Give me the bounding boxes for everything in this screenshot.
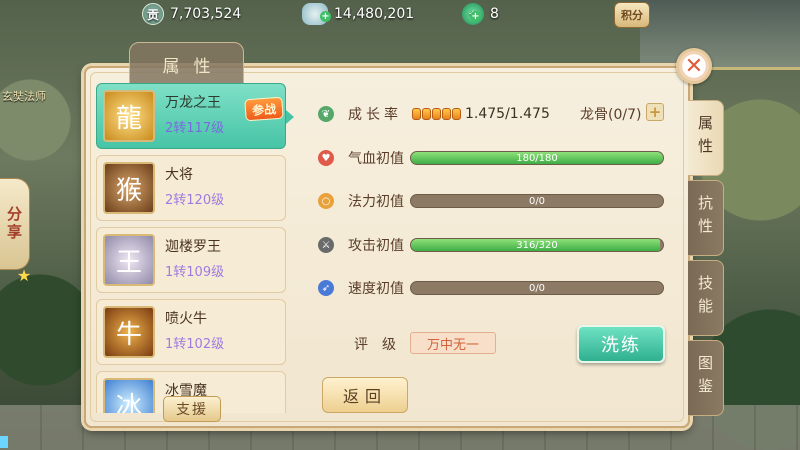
dragon-bone-label: 龙骨(0/7): [580, 107, 642, 123]
sword-icon: ⚔: [318, 237, 334, 253]
silver-add-icon[interactable]: +: [320, 11, 331, 22]
resource-bar: 贡 7,703,524 14,480,201 + ✦ 8 + 积分: [0, 0, 800, 28]
attack-label: 攻击初值: [348, 238, 404, 254]
tab-resistance[interactable]: 抗性: [688, 180, 724, 256]
speed-icon: ➶: [318, 280, 334, 296]
wash-button[interactable]: 洗练: [577, 325, 665, 363]
selected-arrow-icon: [286, 110, 294, 124]
back-button[interactable]: 返回: [322, 377, 408, 413]
star-icon: ★: [16, 266, 32, 285]
silver-resource[interactable]: 14,480,201: [302, 3, 414, 25]
speed-label: 速度初值: [348, 281, 404, 297]
pet-name: 大将: [165, 167, 193, 183]
attack-value: 316/320: [516, 240, 558, 251]
pet-avatar-monkey-general: 猴: [103, 162, 155, 214]
corner-indicator: [0, 436, 8, 448]
coin-resource[interactable]: 贡 7,703,524: [142, 3, 241, 25]
mp-value: 0/0: [528, 196, 546, 207]
support-button[interactable]: 支援: [163, 396, 221, 422]
points-button[interactable]: 积分: [614, 2, 650, 28]
hp-label: 气血初值: [348, 151, 404, 167]
pet-avatar-silver-hair: 王: [103, 234, 155, 286]
tab-collection[interactable]: 图鉴: [688, 340, 724, 416]
heart-icon: ♥: [318, 150, 334, 166]
mp-label: 法力初值: [348, 194, 404, 210]
hp-bar: 180/180: [410, 151, 664, 165]
pet-avatar-fire-bull: 牛: [103, 306, 155, 358]
close-button[interactable]: ✕: [676, 48, 712, 84]
pet-avatar-golden-dragon: 龍: [103, 90, 155, 142]
growth-stone-icon: [412, 108, 421, 120]
pet-level: 2转117级: [165, 121, 225, 136]
pet-level: 1转109级: [165, 265, 225, 280]
coin-value: 7,703,524: [170, 6, 242, 22]
pet-item-3[interactable]: 牛 喷火牛 1转102级: [96, 299, 286, 365]
speed-bar: 0/0: [410, 281, 664, 295]
growth-row: ❦ 成长率 1.475/1.475: [318, 102, 550, 126]
pet-name: 迦楼罗王: [165, 239, 221, 255]
mana-ring-icon: ○: [318, 193, 334, 209]
mp-row: ○ 法力初值: [318, 189, 404, 213]
rating-label: 评级: [354, 337, 410, 353]
attack-row: ⚔ 攻击初值: [318, 233, 404, 257]
growth-stones: [412, 108, 461, 120]
mp-bar: 0/0: [410, 194, 664, 208]
growth-value: 1.475/1.475: [465, 106, 550, 122]
pet-level: 2转120级: [165, 193, 225, 208]
growth-label: 成长率: [348, 107, 402, 123]
pet-level: 1转102级: [165, 337, 225, 352]
pet-name: 喷火牛: [165, 311, 207, 327]
pet-avatar-ice-demon: 冰: [103, 378, 155, 413]
dragon-bone-add-button[interactable]: +: [646, 103, 664, 121]
pet-item-2[interactable]: 王 迦楼罗王 1转109级: [96, 227, 286, 293]
leaf-icon: ❦: [318, 106, 334, 122]
pet-list[interactable]: 龍 万龙之王 2转117级 参战 猴 大将 2转120级 王 迦楼罗王 1转10…: [96, 83, 290, 413]
tab-attributes[interactable]: 属性: [688, 100, 724, 176]
pet-item-1[interactable]: 猴 大将 2转120级: [96, 155, 286, 221]
growth-stone-icon: [432, 108, 441, 120]
panel-header-tab: 属性: [129, 42, 244, 86]
jade-value: 8: [490, 6, 499, 22]
silver-value: 14,480,201: [334, 6, 415, 22]
hp-row: ♥ 气血初值: [318, 146, 404, 170]
share-button[interactable]: 分享 ★: [0, 178, 31, 285]
tab-skills[interactable]: 技能: [688, 260, 724, 336]
jade-add-icon[interactable]: +: [470, 11, 481, 22]
hp-value: 180/180: [516, 153, 558, 164]
growth-stone-icon: [422, 108, 431, 120]
pet-stats-area: ❦ 成长率 1.475/1.475 龙骨(0/7) + ♥ 气血初值 180/1…: [300, 83, 680, 413]
pet-item-0[interactable]: 龍 万龙之王 2转117级 参战: [96, 83, 286, 149]
gong-coin-icon: 贡: [142, 3, 164, 25]
close-icon: ✕: [684, 53, 704, 79]
rating-value: 万中无一: [410, 332, 496, 354]
growth-stone-icon: [452, 108, 461, 120]
speed-row: ➶ 速度初值: [318, 276, 404, 300]
speed-value: 0/0: [528, 283, 546, 294]
attack-bar: 316/320: [410, 238, 664, 252]
share-label: 分享: [6, 205, 22, 241]
npc-name-text: 玄奘法师: [2, 90, 46, 103]
growth-stone-icon: [442, 108, 451, 120]
pet-name: 万龙之王: [165, 95, 221, 111]
fight-badge: 参战: [244, 96, 284, 122]
